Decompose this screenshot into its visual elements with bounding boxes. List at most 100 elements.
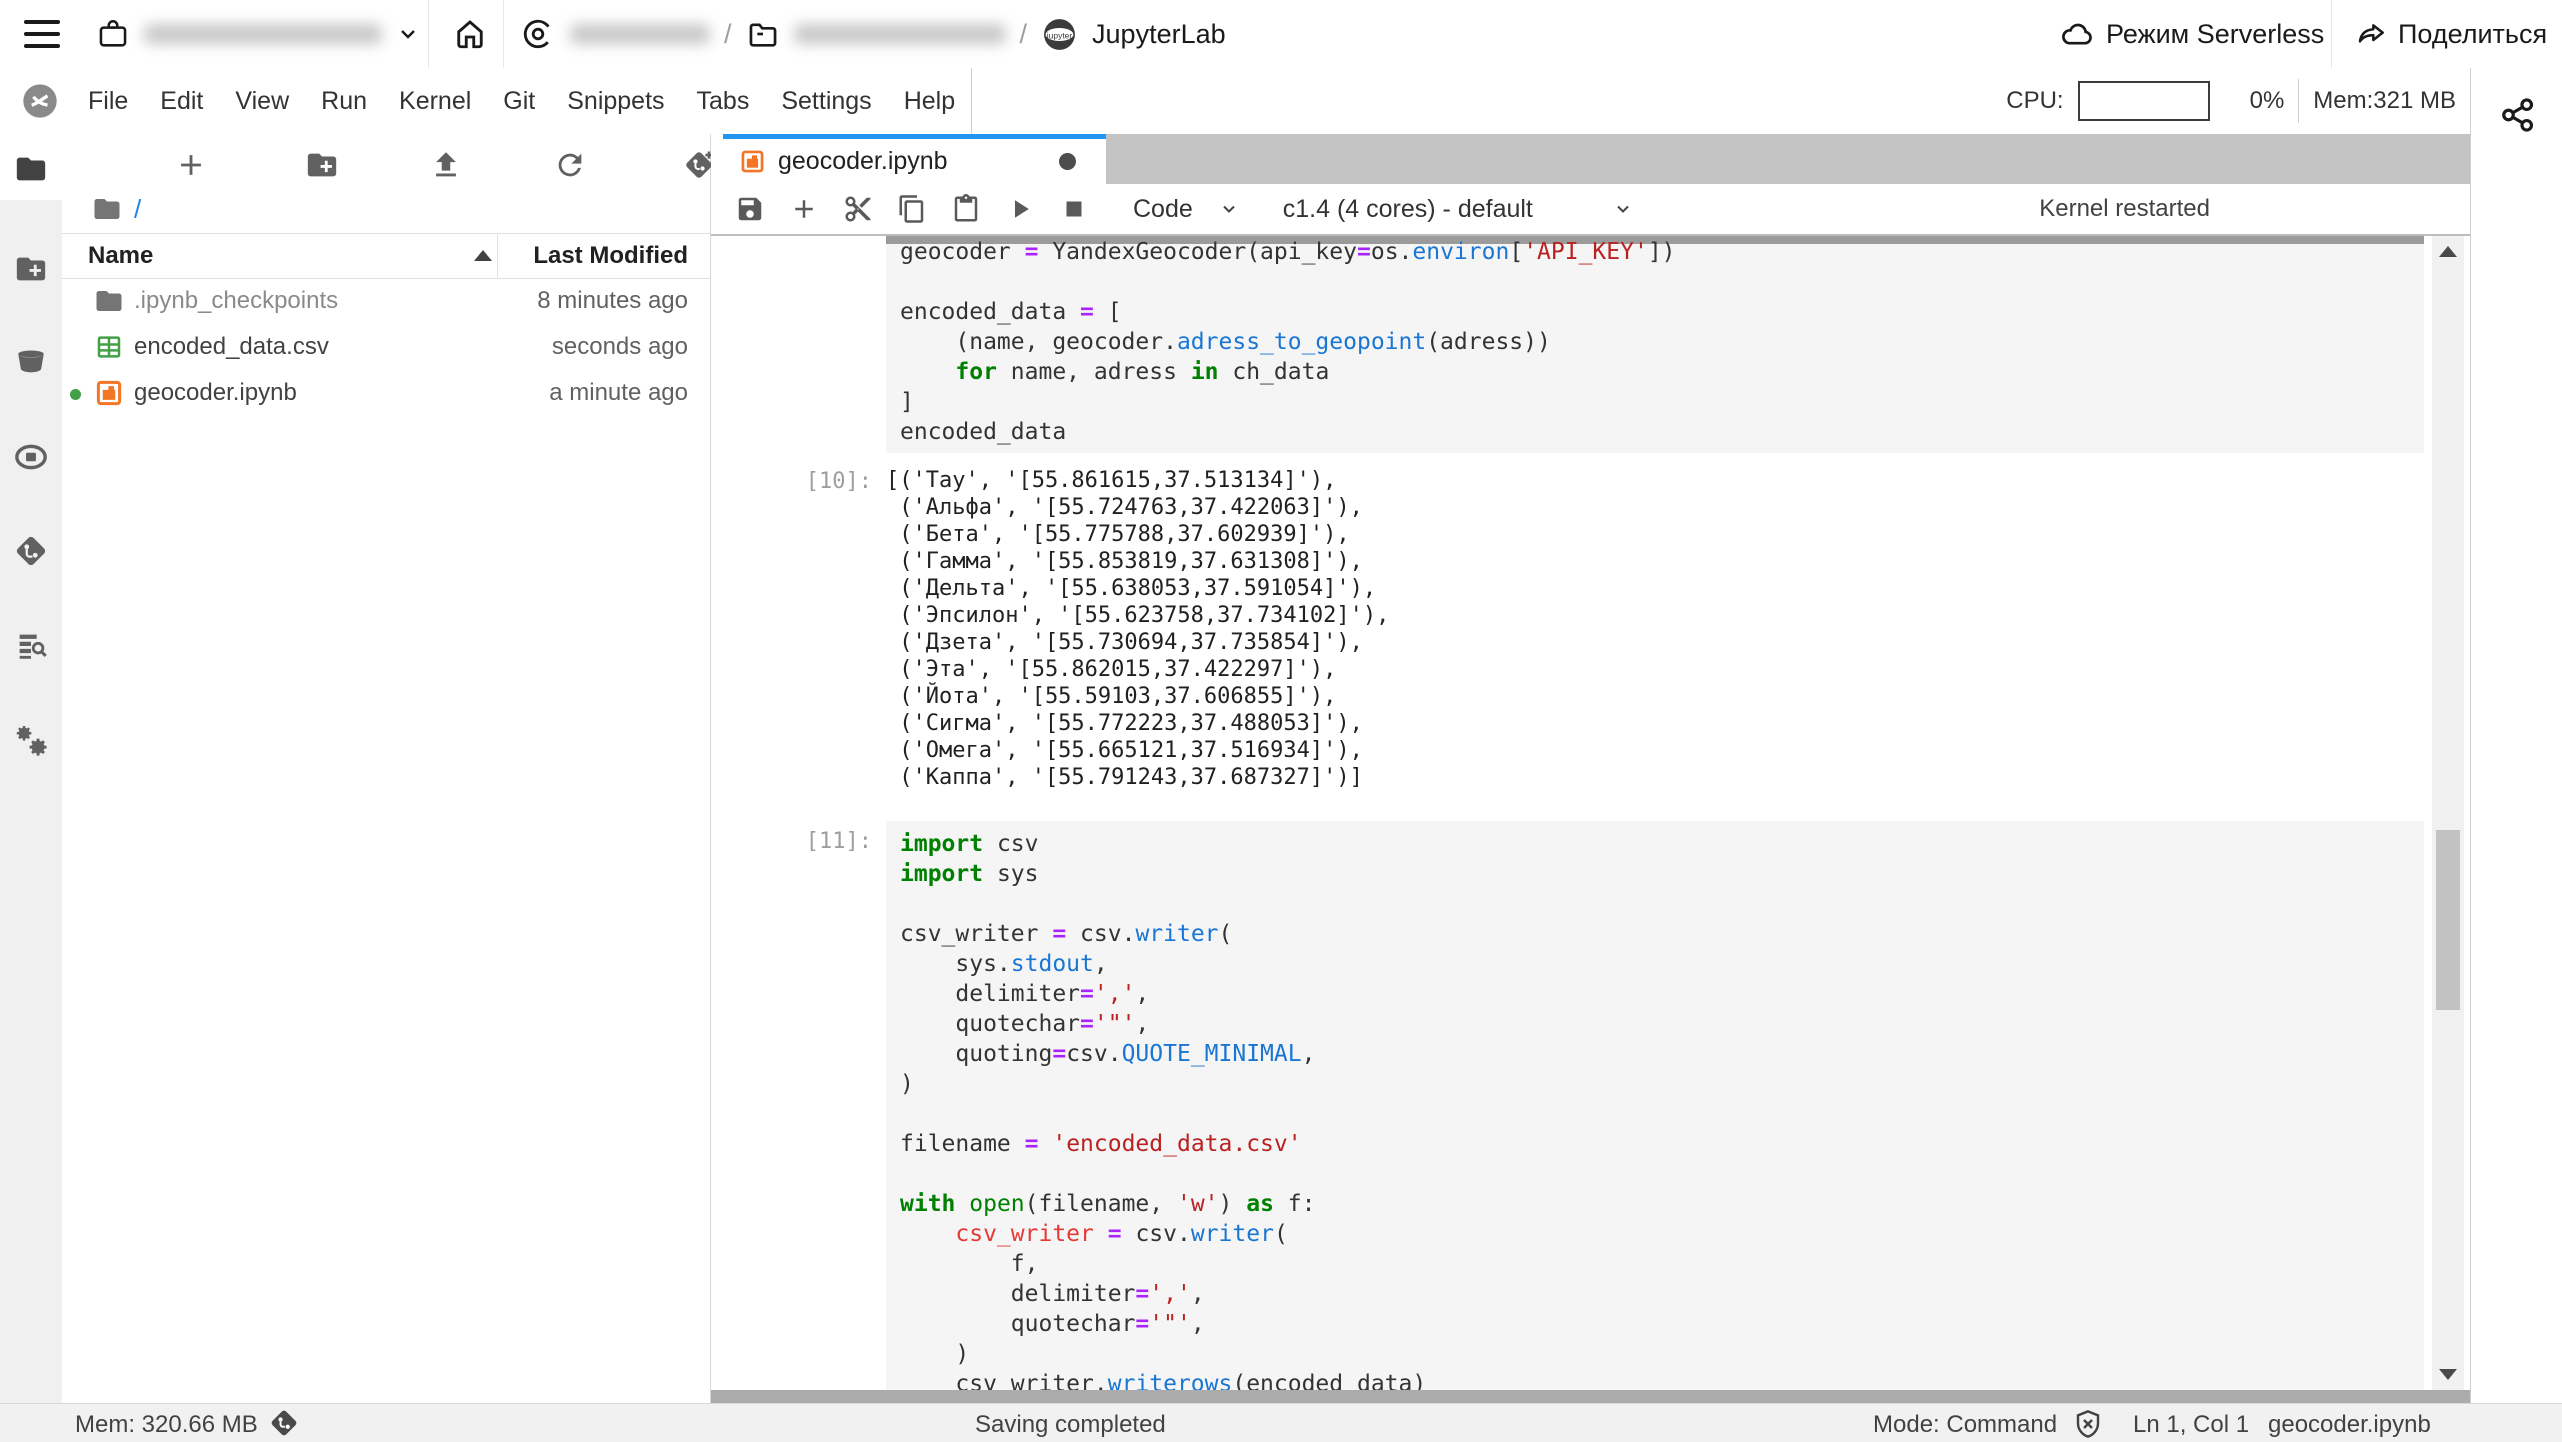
scrollbar-down-arrow[interactable] [2439,1369,2457,1380]
new-folder-icon[interactable] [305,148,339,182]
code-editor[interactable]: geocoder = YandexGeocoder(api_key=os.env… [886,236,2424,453]
output-text: [('Тау', '[55.861615,37.513134]'), ('Аль… [886,468,1390,790]
menu-view[interactable]: View [219,68,305,134]
new-launcher-icon[interactable] [174,148,208,182]
menu-edit[interactable]: Edit [144,68,219,134]
save-status: Saving completed [975,1411,1166,1438]
share-arrow-icon [2358,24,2384,43]
file-row-encoded-data-csv[interactable]: encoded_data.csv seconds ago [62,324,710,370]
project-circle-icon[interactable] [520,16,556,52]
notebook-toolbar: Code c1.4 (4 cores) - default Kernel res… [711,184,2470,236]
notebook-tab[interactable]: geocoder.ipynb [723,134,1106,184]
serverless-label: Режим Serverless [2106,18,2325,49]
folder-icon [96,291,122,311]
file-name: .ipynb_checkpoints [134,287,339,314]
cell-type-value: Code [1133,194,1193,223]
file-browser-breadcrumb[interactable]: / [92,192,141,226]
new-folder-icon[interactable] [14,252,48,286]
notebook-scrollbar[interactable] [2432,236,2464,1390]
csv-file-icon [97,336,121,358]
root-folder-icon [94,199,120,219]
file-browser-icon[interactable] [14,152,48,186]
add-cell-icon[interactable] [789,194,819,224]
git-status-icon[interactable] [268,1407,300,1439]
scrollbar-thumb[interactable] [2436,830,2460,1010]
menu-run[interactable]: Run [305,68,383,134]
menu-tabs[interactable]: Tabs [681,68,766,134]
copy-cells-icon[interactable] [897,194,927,224]
menu-snippets[interactable]: Snippets [551,68,680,134]
notebook-scroll-area[interactable]: geocoder = YandexGeocoder(api_key=os.env… [711,236,2432,1390]
left-activity-bar [0,134,62,1404]
workspace-selector[interactable] [96,0,420,68]
file-name: encoded_data.csv [134,333,329,360]
cell-prompt: [11]: [805,829,872,854]
menu-settings[interactable]: Settings [765,68,887,134]
breadcrumb-separator: / [1019,18,1028,49]
chevron-down-icon [1223,205,1235,213]
scrollbar-up-arrow[interactable] [2439,246,2457,257]
run-cell-icon[interactable] [1005,194,1035,224]
sort-ascending-icon[interactable] [474,250,492,261]
app-title[interactable]: JupyterLab [1092,19,1226,50]
output-prompt: [10]: [805,469,872,494]
notebook-file-icon [96,380,122,406]
table-of-contents-search-icon[interactable] [14,629,48,663]
graph-share-icon[interactable] [2499,96,2537,134]
file-list-header: Name Last Modified [62,233,710,279]
mode-indicator[interactable]: Mode: Command [1873,1411,2057,1439]
menu-git[interactable]: Git [487,68,551,134]
cut-cells-icon[interactable] [843,194,873,224]
file-row-ipynb-checkpoints[interactable]: .ipynb_checkpoints 8 minutes ago [62,278,710,324]
file-modified: a minute ago [549,379,688,406]
home-button[interactable] [448,0,492,68]
stop-kernel-icon[interactable] [1059,194,1089,224]
serverless-mode-button[interactable]: Режим Serverless [2060,0,2324,68]
refresh-icon[interactable] [553,148,587,182]
save-icon[interactable] [735,194,765,224]
chevron-down-icon [1617,205,1629,213]
file-browser-panel: / Name Last Modified .ipynb_checkpoints … [62,134,713,1404]
cursor-position[interactable]: Ln 1, Col 1 [2133,1411,2249,1439]
ticket-name-redacted[interactable] [793,24,1006,44]
settings-gears-icon[interactable] [14,724,48,758]
cell-type-dropdown[interactable]: Code [1133,195,1239,224]
status-bar: Mem: 320.66 MB Saving completed Mode: Co… [0,1403,2562,1442]
folder-outline-icon [749,23,776,47]
bucket-icon[interactable] [14,344,48,378]
cloud-icon [2062,23,2092,45]
upload-icon[interactable] [429,148,463,182]
topbar-divider [503,0,504,68]
trust-shield-icon[interactable] [2072,1408,2104,1440]
column-last-modified[interactable]: Last Modified [533,242,688,270]
hamburger-menu-icon[interactable] [24,20,60,48]
menu-help[interactable]: Help [888,68,971,134]
menu-bar: File Edit View Run Kernel Git Snippets T… [0,68,2470,135]
code-cell[interactable]: geocoder = YandexGeocoder(api_key=os.env… [711,236,2432,453]
code-lines: geocoder = YandexGeocoder(api_key=os.env… [900,239,1676,445]
share-button[interactable]: Поделиться [2356,0,2547,68]
file-name: geocoder.ipynb [134,379,297,406]
menu-kernel[interactable]: Kernel [383,68,487,134]
running-sessions-icon[interactable] [14,440,48,474]
menu-file[interactable]: File [72,68,144,134]
kernel-status-text: Kernel restarted [2039,195,2210,222]
file-row-geocoder-ipynb[interactable]: geocoder.ipynb a minute ago [62,370,710,416]
unsaved-changes-dot[interactable] [1059,153,1076,170]
git-icon[interactable] [14,534,48,568]
jupyter-logo-icon: jupyter [1044,18,1075,50]
code-cell[interactable]: [11]: import csv import sys csv_writer = … [711,821,2432,1390]
output-area[interactable]: [10]: [('Тау', '[55.861615,37.513134]'),… [711,467,2432,791]
project-name-redacted[interactable] [570,24,710,44]
notebook-bottom-edge [711,1390,2470,1403]
kernel-dropdown[interactable]: c1.4 (4 cores) - default [1283,195,1633,224]
paste-cells-icon[interactable] [951,194,981,224]
briefcase-icon [99,19,127,47]
code-editor[interactable]: import csv import sys csv_writer = csv.wr… [886,821,2424,1390]
root-path[interactable]: / [134,194,141,225]
column-name[interactable]: Name [88,242,153,270]
cpu-usage-meter [2077,81,2210,121]
tab-bar-lead [711,134,723,184]
breadcrumb-separator: / [724,18,732,49]
right-activity-bar [2470,68,2562,1404]
